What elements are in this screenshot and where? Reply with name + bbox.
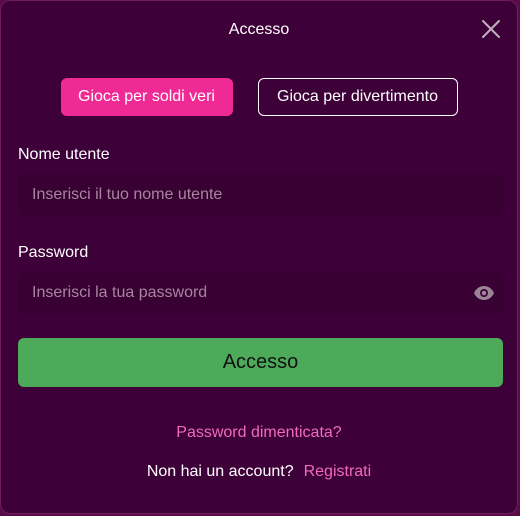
password-input[interactable]: [18, 272, 503, 314]
login-dialog: Accesso Gioca per soldi veri Gioca per d…: [0, 0, 518, 514]
register-link[interactable]: Registrati: [304, 463, 372, 480]
no-account-text: Non hai un account?: [146, 463, 294, 480]
password-field-container: [18, 272, 503, 314]
eye-icon[interactable]: [474, 284, 494, 302]
forgot-password-row: Password dimenticata?: [1, 424, 517, 442]
register-row: Non hai un account? Registrati: [1, 463, 517, 481]
password-label: Password: [18, 244, 89, 261]
forgot-password-link[interactable]: Password dimenticata?: [176, 424, 341, 441]
real-money-tab[interactable]: Gioca per soldi veri: [60, 78, 233, 116]
username-field-container: [18, 174, 503, 216]
username-label: Nome utente: [18, 146, 110, 163]
dialog-title: Accesso: [228, 21, 290, 38]
login-submit-button[interactable]: Accesso: [18, 338, 503, 387]
close-icon[interactable]: [481, 19, 501, 39]
play-mode-tabs: Gioca per soldi veri Gioca per divertime…: [1, 78, 517, 116]
username-input[interactable]: [18, 174, 503, 216]
fun-mode-tab[interactable]: Gioca per divertimento: [257, 78, 458, 116]
